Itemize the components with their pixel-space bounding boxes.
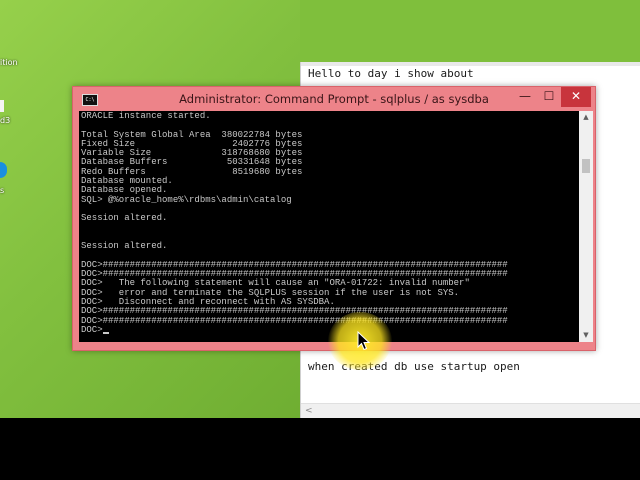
desktop-icon-label: s: [0, 186, 5, 195]
console-line: SQL> @%oracle_home%\rdbms\admin\catalog: [81, 194, 292, 205]
file-icon[interactable]: [0, 100, 4, 112]
notepad-horizontal-scrollbar[interactable]: <: [301, 403, 640, 418]
title-bar[interactable]: C:\ Administrator: Command Prompt - sqlp…: [73, 87, 595, 111]
desktop-icon-label: ition: [0, 58, 18, 67]
screen: ition d3 s Hello to day i show about whe…: [0, 0, 640, 418]
scroll-thumb[interactable]: [582, 159, 590, 173]
maximize-button[interactable]: ☐: [537, 87, 561, 107]
skype-icon[interactable]: [0, 162, 7, 178]
scroll-down-icon[interactable]: ▼: [579, 331, 593, 339]
desktop-icon-label: d3: [0, 116, 11, 125]
scroll-left-icon[interactable]: <: [305, 404, 313, 418]
command-prompt-window: C:\ Administrator: Command Prompt - sqlp…: [72, 86, 596, 351]
console-line: Session altered.: [81, 241, 168, 252]
console-line: DOC>####################################…: [81, 315, 508, 326]
console-vertical-scrollbar[interactable]: ▲ ▼: [579, 111, 593, 342]
scroll-up-icon[interactable]: ▲: [579, 113, 593, 121]
console-lines: ORACLE instance started. Total System Glo…: [81, 111, 508, 335]
text-cursor: [102, 332, 109, 335]
console-line: ORACLE instance started.: [81, 111, 211, 121]
notepad-top-edge: [301, 62, 640, 66]
notepad-line-top[interactable]: Hello to day i show about: [308, 67, 474, 80]
console-line: Session altered.: [81, 213, 168, 224]
console-output[interactable]: ORACLE instance started. Total System Glo…: [79, 111, 579, 342]
mouse-pointer-icon: [357, 331, 371, 351]
console-prompt-line: DOC>: [81, 325, 508, 335]
close-button[interactable]: ✕: [561, 87, 591, 107]
minimize-button[interactable]: —: [513, 87, 537, 107]
